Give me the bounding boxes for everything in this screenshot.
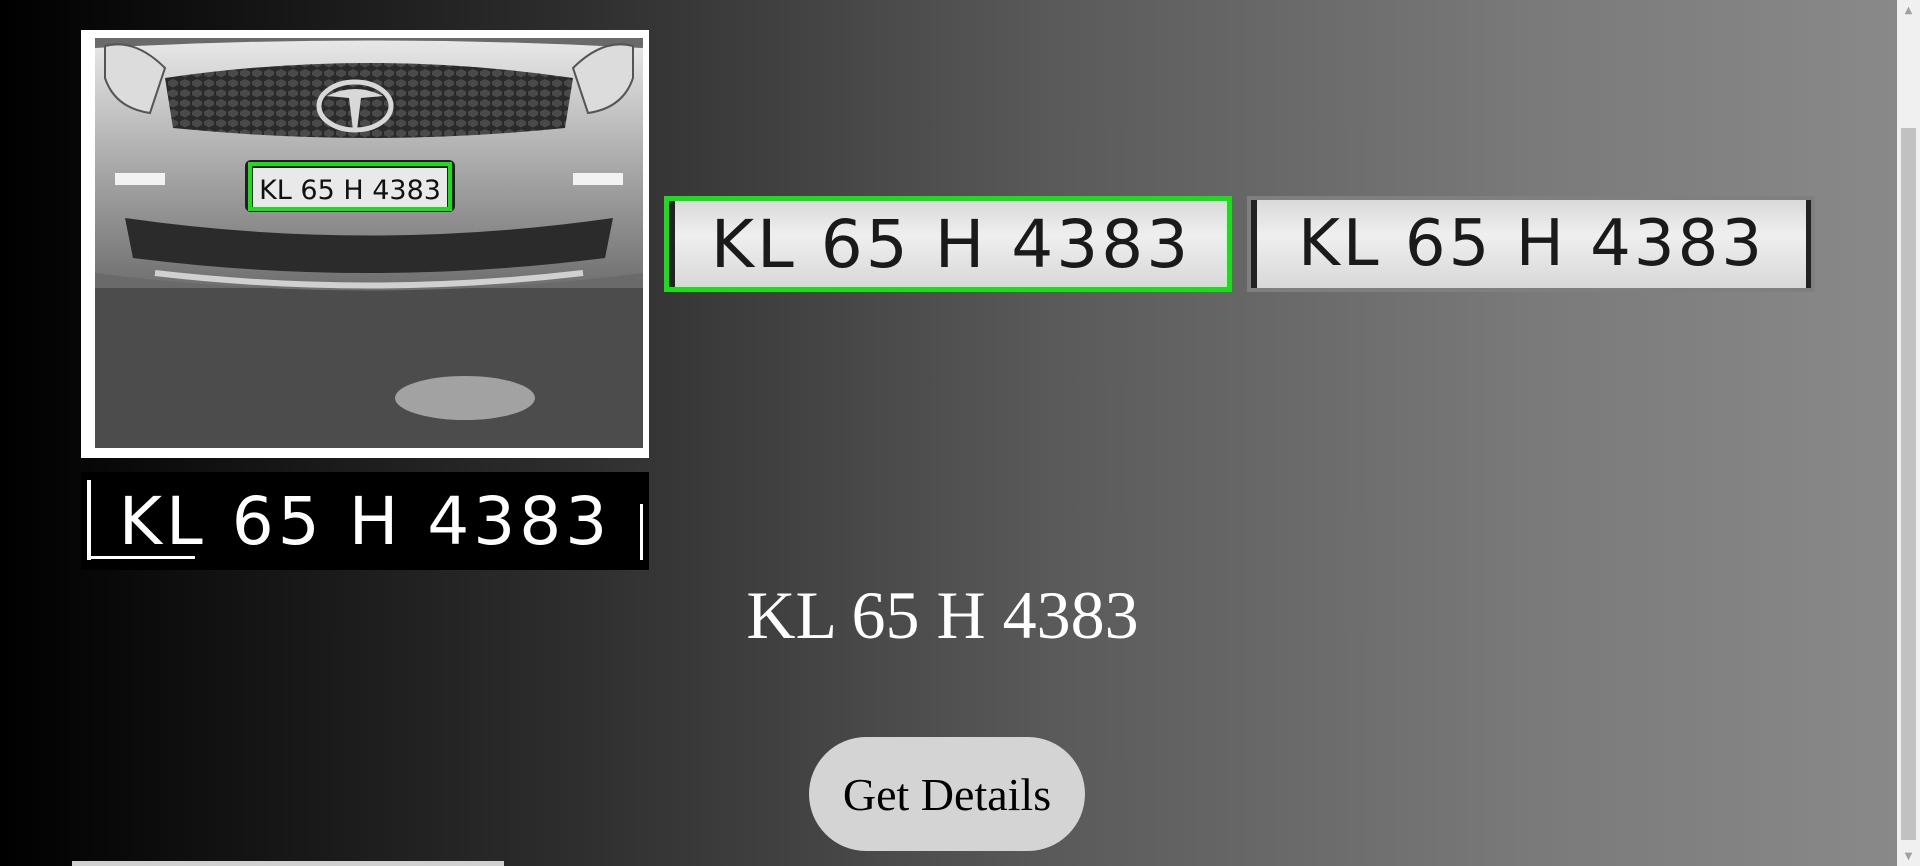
plate-left-edge <box>87 480 91 560</box>
grayscale-plate-text: KL 65 H 4383 <box>1251 200 1811 288</box>
binary-plate-text: KL 65 H 4383 <box>118 482 612 560</box>
vertical-scrollbar[interactable]: ▲ ▼ <box>1897 0 1920 866</box>
plate-bottom-edge <box>87 556 195 559</box>
detected-plate-image: KL 65 H 4383 <box>664 196 1232 292</box>
chevron-down-icon[interactable]: ▼ <box>1897 846 1920 866</box>
car-image: KL 65 H 4383 <box>95 38 643 448</box>
recognized-plate-number: KL 65 H 4383 <box>746 577 1139 653</box>
scrollbar-thumb[interactable] <box>1901 128 1916 840</box>
grayscale-plate-image: KL 65 H 4383 <box>1247 196 1815 292</box>
car-photo: KL 65 H 4383 <box>81 30 649 458</box>
binary-plate-image: KL 65 H 4383 <box>81 472 649 570</box>
horizontal-scrollbar-thumb[interactable] <box>72 861 504 866</box>
get-details-button[interactable]: Get Details <box>809 737 1085 851</box>
detected-plate-text: KL 65 H 4383 <box>669 201 1227 287</box>
chevron-up-icon[interactable]: ▲ <box>1897 0 1920 20</box>
svg-text:KL 65 H 4383: KL 65 H 4383 <box>259 175 441 206</box>
plate-right-edge <box>640 504 643 560</box>
